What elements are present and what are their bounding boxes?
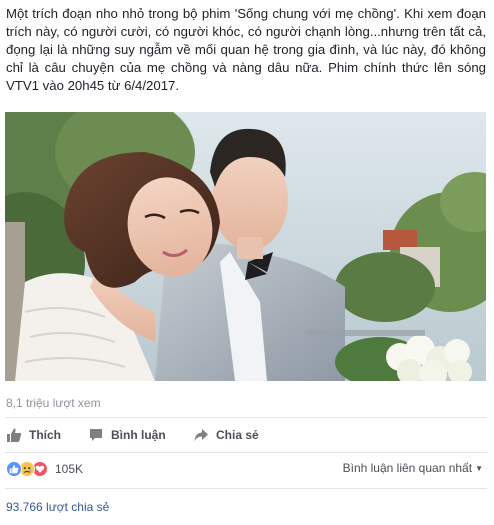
- share-count-link[interactable]: 93.766 lượt chia sẻ: [6, 500, 109, 514]
- view-count: 8,1 triệu lượt xem: [6, 396, 101, 410]
- comment-label: Bình luận: [111, 428, 166, 442]
- comment-sort-dropdown[interactable]: Bình luận liên quan nhất ▼: [343, 461, 483, 475]
- reactions-summary[interactable]: 105K: [6, 459, 83, 479]
- divider: [5, 452, 487, 453]
- post-text: Một trích đoạn nho nhỏ trong bộ phim 'Số…: [6, 6, 486, 93]
- comment-sort-label: Bình luận liên quan nhất: [342, 461, 473, 475]
- share-button[interactable]: Chia sẻ: [193, 424, 259, 446]
- reaction-count: 105K: [55, 462, 84, 476]
- share-label: Chia sẻ: [216, 428, 259, 442]
- comment-bubble-icon: [88, 427, 104, 443]
- like-label: Thích: [29, 428, 61, 442]
- like-button[interactable]: Thích: [6, 424, 61, 446]
- divider: [5, 417, 487, 418]
- divider: [5, 488, 487, 489]
- like-reaction-icon: [6, 461, 22, 477]
- video-player[interactable]: [5, 112, 486, 381]
- comment-button[interactable]: Bình luận: [88, 424, 166, 446]
- video-frame-image: [5, 112, 486, 381]
- caret-down-icon: ▼: [475, 463, 483, 473]
- thumbs-up-icon: [6, 427, 22, 443]
- action-bar: Thích Bình luận Chia sẻ: [0, 424, 494, 448]
- share-arrow-icon: [193, 427, 209, 443]
